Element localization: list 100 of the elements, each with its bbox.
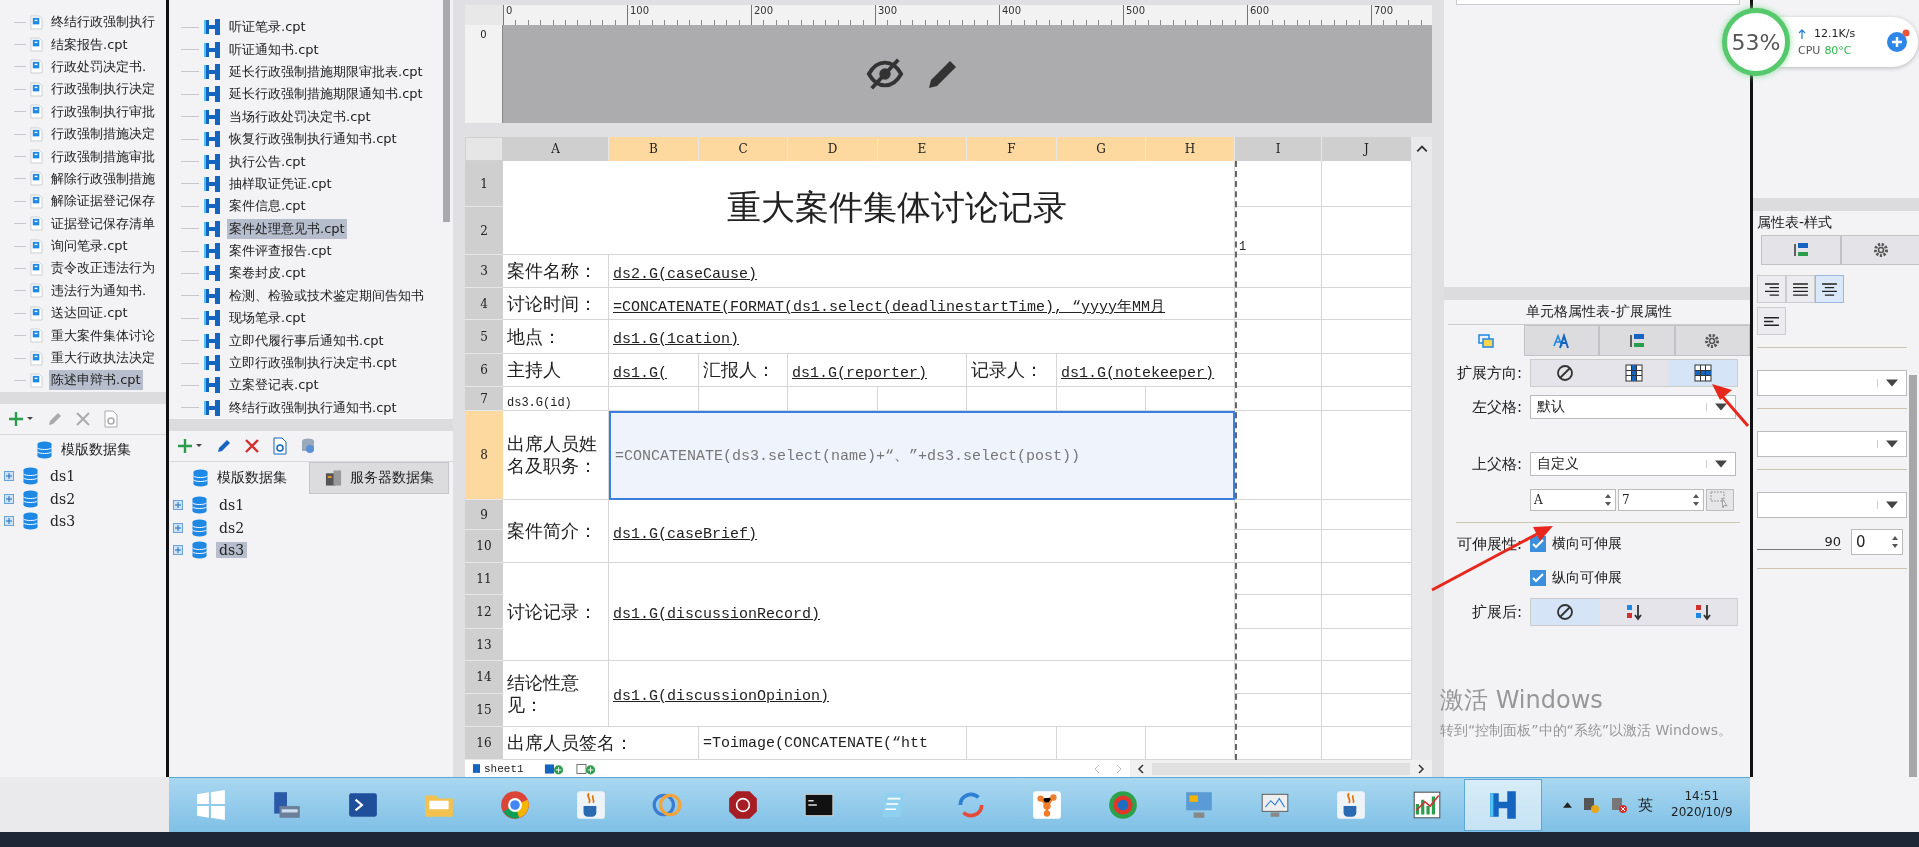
dropdown[interactable]: 默认 (1530, 395, 1736, 419)
splitter-bar[interactable] (0, 392, 166, 404)
row-header[interactable]: 16 (465, 727, 503, 760)
add-menu-icon[interactable] (8, 410, 36, 428)
column-header[interactable]: E (878, 137, 967, 161)
table-cell[interactable]: 讨论时间： (503, 288, 609, 320)
row-header[interactable]: 7 (465, 387, 503, 411)
row-header[interactable]: 14 (465, 661, 503, 694)
table-cell[interactable]: 地点： (503, 320, 609, 354)
dropdown[interactable]: 自定义 (1530, 452, 1736, 476)
dataset-item[interactable]: ds2 (47, 490, 79, 507)
table-cell[interactable]: 案件名称： (503, 255, 609, 288)
table-cell[interactable]: 案件简介： (503, 500, 609, 563)
add-report-icon[interactable] (575, 762, 596, 775)
table-cell[interactable]: ds1.G( (609, 354, 699, 387)
table-cell[interactable]: =CONCATENATE(FORMAT(ds1.select(deadlinestartTime), “yyyy年MM月 (609, 288, 1235, 320)
delete-icon[interactable] (74, 410, 92, 428)
table-cell[interactable]: 出席人员姓名及职务： (503, 411, 609, 500)
expand-icon[interactable] (173, 500, 183, 511)
sheet-tab[interactable]: sheet1 (465, 762, 532, 775)
add-icon[interactable] (1886, 29, 1910, 53)
scroll-left-icon[interactable] (1135, 763, 1146, 774)
scroll-right-icon[interactable] (1416, 763, 1426, 774)
clock-time[interactable]: 14:51 (1684, 789, 1720, 805)
delete-icon[interactable] (243, 437, 261, 455)
direction-option[interactable] (1668, 360, 1737, 386)
table-cell[interactable]: 1 (1235, 207, 1322, 255)
splitter-bar[interactable] (1444, 287, 1750, 300)
scrollbar[interactable] (1412, 137, 1432, 760)
column-header[interactable]: H (1146, 137, 1235, 161)
column-header[interactable]: D (788, 137, 878, 161)
row-header[interactable]: 6 (465, 354, 503, 387)
table-cell[interactable]: ds1.G(notekeeper) (1057, 354, 1235, 387)
row-header[interactable]: 1 (465, 161, 503, 207)
row-header[interactable]: 2 (465, 207, 503, 255)
table-cell[interactable]: ds1.G(discussionRecord) (609, 563, 1235, 661)
dropdown[interactable] (1757, 492, 1907, 518)
table-cell[interactable]: 讨论记录： (503, 563, 609, 661)
table-cell[interactable]: ds1.G(reporter) (788, 354, 967, 387)
row-spinner[interactable]: 7 (1618, 489, 1704, 511)
table-cell[interactable]: =CONCATENATE(ds3.select(name)+“、”+ds3.select(post)) (609, 411, 1235, 500)
table-cell[interactable]: 汇报人： (699, 354, 788, 387)
align-button[interactable] (1786, 275, 1815, 303)
blocked-icon[interactable] (1610, 796, 1628, 814)
property-tab[interactable] (1761, 235, 1841, 265)
pick-cell-button[interactable] (1706, 489, 1734, 511)
dataset-item[interactable]: ds3 (47, 512, 79, 529)
table-cell[interactable]: =Toimage(CONCATENATE(“htt (699, 727, 967, 760)
pencil-icon[interactable] (215, 437, 233, 455)
tray-expand-icon[interactable] (1563, 802, 1572, 808)
select-all-handle[interactable] (465, 137, 503, 161)
rotation-spinner[interactable]: 0 (1851, 529, 1903, 555)
expand-icon[interactable] (4, 471, 14, 482)
database-icon[interactable] (299, 437, 317, 455)
hidden-eye-icon[interactable] (865, 56, 904, 92)
dataset-item[interactable]: ds2 (216, 519, 248, 536)
input-method-indicator[interactable]: 英 (1638, 795, 1653, 815)
row-header[interactable]: 15 (465, 694, 503, 727)
expand-icon[interactable] (173, 544, 183, 555)
row-header[interactable]: 10 (465, 530, 503, 563)
row-header[interactable]: 12 (465, 595, 503, 629)
clock-date[interactable]: 2020/10/9 (1671, 805, 1733, 821)
align-button[interactable] (1815, 275, 1844, 303)
table-cell[interactable]: ds1.G(1cation) (609, 320, 1235, 354)
dataset-tab[interactable]: 服务器数据集 (309, 462, 449, 494)
scroll-up-icon[interactable] (1416, 145, 1428, 153)
splitter-bar[interactable] (169, 419, 453, 431)
column-header[interactable]: F (967, 137, 1057, 161)
dataset-item[interactable]: ds1 (47, 468, 79, 485)
report-title[interactable]: 重大案件集体讨论记录 (503, 161, 1235, 255)
dataset-item[interactable]: ds3 (216, 541, 248, 558)
column-header[interactable]: J (1322, 137, 1412, 161)
align-button[interactable] (1757, 307, 1786, 335)
row-header[interactable]: 3 (465, 255, 503, 288)
empty-cell[interactable] (1235, 387, 1322, 411)
row-header[interactable]: 13 (465, 629, 503, 661)
property-tab[interactable] (1674, 325, 1750, 356)
table-cell[interactable]: ds3.G(id) (503, 387, 609, 411)
scrollbar[interactable] (1909, 375, 1917, 777)
property-tab[interactable] (1841, 235, 1919, 265)
property-tab[interactable] (1599, 325, 1675, 356)
expand-icon[interactable] (4, 493, 14, 504)
column-header[interactable]: A (503, 137, 609, 161)
scrollbar[interactable] (443, 0, 450, 222)
table-cell[interactable]: 记录人： (967, 354, 1057, 387)
add-sheet-icon[interactable] (543, 762, 564, 775)
table-cell[interactable]: 结论性意见： (503, 661, 609, 727)
table-cell[interactable]: 出席人员签名： (503, 727, 699, 760)
column-spinner[interactable]: A (1530, 489, 1616, 511)
table-cell[interactable]: ds1.G(caseBrief) (609, 500, 1235, 563)
scrollbar[interactable] (1129, 760, 1432, 777)
align-button[interactable] (1757, 275, 1786, 303)
network-status-icon[interactable] (1582, 796, 1600, 814)
dropdown[interactable] (1757, 370, 1907, 396)
row-header[interactable]: 4 (465, 288, 503, 320)
row-header[interactable]: 9 (465, 500, 503, 530)
sort-option[interactable] (1531, 599, 1600, 625)
column-header[interactable]: B (609, 137, 699, 161)
expand-icon[interactable] (173, 522, 183, 533)
table-cell[interactable]: ds1.G(discussionOpinion) (609, 661, 1235, 727)
